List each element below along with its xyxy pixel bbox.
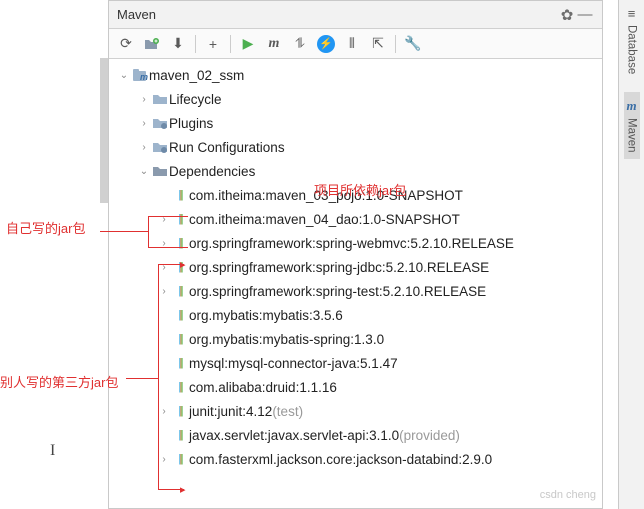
dependency-label: javax.servlet:javax.servlet-api:3.1.0 [189, 428, 399, 443]
separator [230, 35, 231, 53]
download-icon[interactable]: ⬇ [167, 33, 189, 55]
dependency-row[interactable]: ›||| org.springframework:spring-test:5.2… [109, 279, 602, 303]
execute-maven-goal-icon[interactable]: m [263, 33, 285, 55]
tool-settings-icon[interactable]: 🔧 [402, 33, 424, 55]
minimize-icon[interactable]: — [576, 6, 594, 23]
library-icon: ||| [171, 189, 189, 201]
dependency-label: mysql:mysql-connector-java:5.1.47 [189, 356, 398, 371]
library-icon: ||| [171, 381, 189, 393]
library-icon: ||| [171, 261, 189, 273]
skip-tests-icon[interactable]: ⚡ [315, 33, 337, 55]
dependency-label: org.mybatis:mybatis-spring:1.3.0 [189, 332, 384, 347]
library-icon: ||| [171, 453, 189, 465]
dependency-row[interactable]: ||| org.mybatis:mybatis:3.5.6 [109, 303, 602, 327]
rail-label: Maven [626, 118, 638, 153]
annotation-own-jar: 自己写的jar包 [6, 218, 85, 237]
dependency-scope: (test) [272, 404, 303, 419]
tree-label: Plugins [169, 116, 213, 131]
dependency-label: org.mybatis:mybatis:3.5.6 [189, 308, 343, 323]
maven-module-icon: m [131, 69, 149, 82]
watermark: csdn cheng [540, 489, 596, 501]
library-icon: ||| [171, 333, 189, 345]
dependency-label: com.itheima:maven_03_pojo:1.0-SNAPSHOT [189, 188, 463, 203]
chevron-right-icon[interactable]: › [157, 454, 171, 465]
dependency-label: org.springframework:spring-test:5.2.10.R… [189, 284, 486, 299]
panel-title: Maven [117, 7, 558, 22]
dependency-label: org.springframework:spring-jdbc:5.2.10.R… [189, 260, 489, 275]
database-icon: ≡ [628, 6, 636, 21]
rail-maven[interactable]: m Maven [624, 92, 640, 159]
folder-gear-icon [151, 141, 169, 153]
dependency-row[interactable]: ||| com.itheima:maven_03_pojo:1.0-SNAPSH… [109, 183, 602, 207]
dependency-row[interactable]: ||| mysql:mysql-connector-java:5.1.47 [109, 351, 602, 375]
tree-node-runconfig[interactable]: › Run Configurations [109, 135, 602, 159]
chevron-right-icon[interactable]: › [137, 142, 151, 153]
rail-label: Database [626, 25, 638, 74]
panel-header: Maven ✿ — [109, 1, 602, 29]
dependency-row[interactable]: ||| javax.servlet:javax.servlet-api:3.1.… [109, 423, 602, 447]
generate-sources-icon[interactable] [141, 33, 163, 55]
toggle-offline-icon[interactable]: ⥮ [289, 33, 311, 55]
maven-tree: ⌄ m maven_02_ssm › Lifecycle › Plugins ›… [109, 59, 602, 475]
library-icon: ||| [171, 357, 189, 369]
tree-node-dependencies[interactable]: ⌄ Dependencies [109, 159, 602, 183]
library-icon: ||| [171, 213, 189, 225]
dependency-row[interactable]: ||| com.alibaba:druid:1.1.16 [109, 375, 602, 399]
chevron-down-icon[interactable]: ⌄ [137, 166, 151, 177]
right-tool-rail: ≡ Database m Maven [618, 0, 644, 509]
dependency-label: com.fasterxml.jackson.core:jackson-datab… [189, 452, 492, 467]
add-icon[interactable]: + [202, 33, 224, 55]
dependency-scope: (provided) [399, 428, 460, 443]
annotation-third-party: 别人写的第三方jar包 [0, 372, 118, 391]
tree-node-plugins[interactable]: › Plugins [109, 111, 602, 135]
maven-tool-window: Maven ✿ — ⟳ ⬇ + ▶ m ⥮ ⚡ ⫴ ⇱ 🔧 ⌄ m maven_… [108, 0, 603, 509]
library-icon: ||| [171, 405, 189, 417]
maven-toolbar: ⟳ ⬇ + ▶ m ⥮ ⚡ ⫴ ⇱ 🔧 [109, 29, 602, 59]
library-icon: ||| [171, 237, 189, 249]
dependency-label: org.springframework:spring-webmvc:5.2.10… [189, 236, 514, 251]
tree-label: Run Configurations [169, 140, 285, 155]
folder-gear-icon [151, 117, 169, 129]
chevron-right-icon[interactable]: › [157, 214, 171, 225]
dependency-label: com.alibaba:druid:1.1.16 [189, 380, 337, 395]
dependency-label: junit:junit:4.12 [189, 404, 272, 419]
separator [395, 35, 396, 53]
library-icon: ||| [171, 309, 189, 321]
dependency-row[interactable]: ›||| org.springframework:spring-webmvc:5… [109, 231, 602, 255]
tree-root[interactable]: ⌄ m maven_02_ssm [109, 63, 602, 87]
tree-label: maven_02_ssm [149, 68, 244, 83]
show-dependencies-icon[interactable]: ⫴ [341, 33, 363, 55]
svg-text:m: m [140, 72, 148, 82]
chevron-right-icon[interactable]: › [157, 262, 171, 273]
folder-icon [151, 93, 169, 105]
folder-icon [151, 165, 169, 177]
dependency-label: com.itheima:maven_04_dao:1.0-SNAPSHOT [189, 212, 460, 227]
chevron-right-icon[interactable]: › [157, 286, 171, 297]
dependency-row[interactable]: ›||| org.springframework:spring-jdbc:5.2… [109, 255, 602, 279]
tree-label: Dependencies [169, 164, 255, 179]
library-icon: ||| [171, 429, 189, 441]
run-icon[interactable]: ▶ [237, 33, 259, 55]
tree-node-lifecycle[interactable]: › Lifecycle [109, 87, 602, 111]
chevron-down-icon[interactable]: ⌄ [117, 70, 131, 81]
dependency-row[interactable]: ›||| com.itheima:maven_04_dao:1.0-SNAPSH… [109, 207, 602, 231]
dependency-row[interactable]: ›||| com.fasterxml.jackson.core:jackson-… [109, 447, 602, 471]
dependency-row[interactable]: ||| org.mybatis:mybatis-spring:1.3.0 [109, 327, 602, 351]
chevron-right-icon[interactable]: › [137, 118, 151, 129]
tree-label: Lifecycle [169, 92, 222, 107]
chevron-right-icon[interactable]: › [137, 94, 151, 105]
chevron-right-icon[interactable]: › [157, 406, 171, 417]
maven-icon: m [626, 98, 636, 114]
separator [195, 35, 196, 53]
text-cursor: I [50, 442, 55, 460]
library-icon: ||| [171, 285, 189, 297]
dependency-row[interactable]: ›||| junit:junit:4.12 (test) [109, 399, 602, 423]
collapse-all-icon[interactable]: ⇱ [367, 33, 389, 55]
chevron-right-icon[interactable]: › [157, 238, 171, 249]
rail-database[interactable]: ≡ Database [626, 6, 638, 74]
refresh-icon[interactable]: ⟳ [115, 33, 137, 55]
settings-icon[interactable]: ✿ [558, 6, 576, 24]
